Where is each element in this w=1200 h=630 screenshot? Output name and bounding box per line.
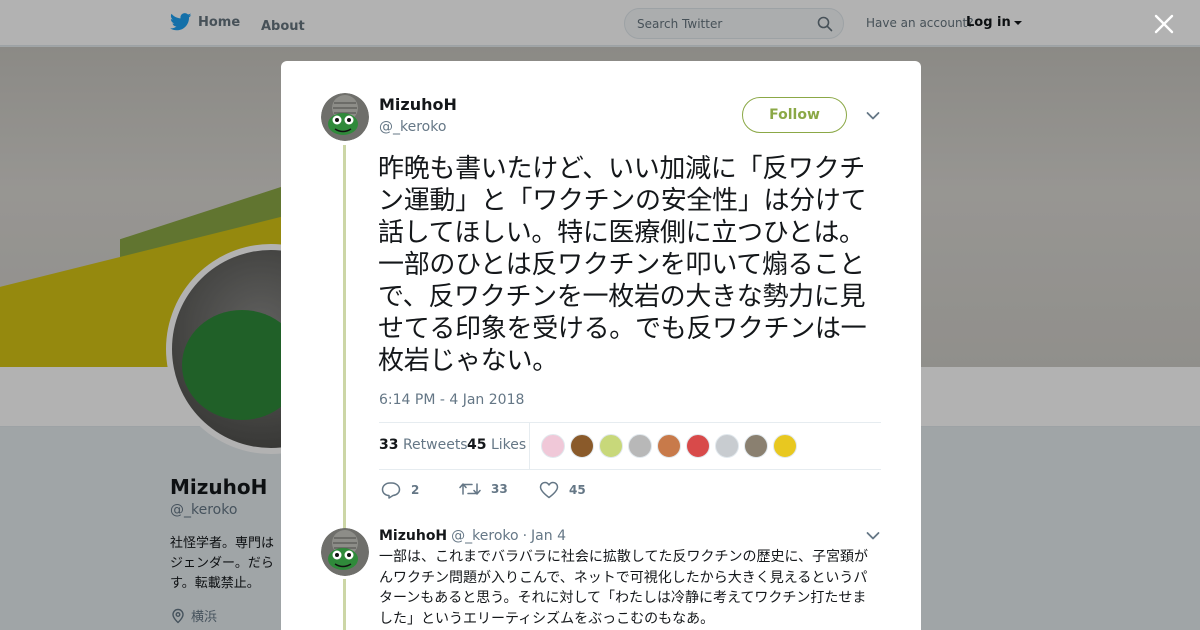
author-avatar[interactable] xyxy=(321,93,369,141)
reply-date[interactable]: Jan 4 xyxy=(531,528,566,544)
liker-avatars xyxy=(541,434,802,458)
likes-label: Likes xyxy=(490,437,527,453)
chevron-down-icon[interactable] xyxy=(866,531,880,541)
liker-avatar[interactable] xyxy=(628,434,652,458)
author-name[interactable]: MizuhoH xyxy=(379,95,457,114)
retweets-count: 33 xyxy=(379,437,399,453)
follow-button[interactable]: Follow xyxy=(742,97,847,133)
reply-author-handle[interactable]: @_keroko xyxy=(451,528,518,544)
reply-author-name[interactable]: MizuhoH xyxy=(379,528,447,544)
tweet-timestamp[interactable]: 6:14 PM - 4 Jan 2018 xyxy=(379,392,524,408)
liker-avatar[interactable] xyxy=(715,434,739,458)
close-icon[interactable] xyxy=(1152,12,1176,36)
retweet-icon xyxy=(459,483,481,495)
like-action[interactable]: 45 xyxy=(539,481,586,499)
chevron-down-icon[interactable] xyxy=(866,111,880,121)
reply-author-avatar[interactable] xyxy=(321,528,369,576)
liker-avatar[interactable] xyxy=(570,434,594,458)
liker-avatar[interactable] xyxy=(657,434,681,458)
likes-stat[interactable]: 45 Likes xyxy=(467,437,526,453)
reply-separator: · xyxy=(522,528,528,544)
reply-count: 2 xyxy=(411,483,420,497)
frog-avatar-icon xyxy=(321,93,369,141)
tweet-text: 昨晩も書いたけど、いい加減に「反ワクチン運動」と「ワクチンの安全性」は分けて話し… xyxy=(378,154,867,376)
reply-icon xyxy=(381,482,401,499)
tweet-actions: 2 33 45 xyxy=(379,481,779,503)
stats-divider xyxy=(529,423,530,469)
retweets-label: Retweets xyxy=(402,437,468,453)
reply-text: 一部は、これまでバラバラに社会に拡散してた反ワクチンの歴史に、子宮頚がんワクチン… xyxy=(379,549,869,627)
retweet-count: 33 xyxy=(491,482,508,496)
thread-line xyxy=(343,579,346,630)
liker-avatar[interactable] xyxy=(686,434,710,458)
reply-action[interactable]: 2 xyxy=(381,481,419,499)
liker-avatar[interactable] xyxy=(599,434,623,458)
liker-avatar[interactable] xyxy=(744,434,768,458)
thread-line xyxy=(343,145,346,535)
retweets-stat[interactable]: 33 Retweets xyxy=(379,437,468,453)
liker-avatar[interactable] xyxy=(773,434,797,458)
author-handle[interactable]: @_keroko xyxy=(379,119,446,135)
likes-count: 45 xyxy=(467,437,487,453)
liker-avatar[interactable] xyxy=(541,434,565,458)
like-count: 45 xyxy=(569,483,586,497)
frog-avatar-icon xyxy=(321,528,369,576)
reply-header: MizuhoH @_keroko · Jan 4 xyxy=(379,528,566,544)
heart-icon xyxy=(539,481,559,499)
tweet-stats: 33 Retweets 45 Likes xyxy=(379,422,881,470)
tweet-modal: MizuhoH @_keroko Follow 昨晩も書いたけど、いい加減に「反… xyxy=(281,61,921,630)
retweet-action[interactable]: 33 xyxy=(459,481,508,497)
